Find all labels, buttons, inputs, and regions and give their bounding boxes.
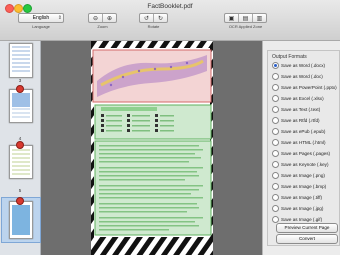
radio-icon <box>272 139 279 146</box>
radio-icon <box>272 73 279 80</box>
select-chevron-icon: ⇕ <box>57 15 62 21</box>
output-formats-heading: Output Formats <box>272 54 307 60</box>
zoom-segment: ⊖ ⊕ <box>88 13 117 23</box>
app-window: FactBooklet.pdf English ⇕ Language ⊖ ⊕ Z… <box>0 0 340 255</box>
format-option[interactable]: Save as Rtfd (.rtfd) <box>272 117 320 124</box>
radio-icon <box>272 172 279 179</box>
radio-icon <box>272 128 279 135</box>
format-option[interactable]: Save as Pages (.pages) <box>272 150 330 157</box>
format-option[interactable]: Save as ePub (.epub) <box>272 128 325 135</box>
format-option[interactable]: Save as HTML (.html) <box>272 139 326 146</box>
format-option[interactable]: Save as Image (.tiff) <box>272 194 322 201</box>
page-thumbnail[interactable] <box>9 201 33 239</box>
format-option[interactable]: Save as Text (.text) <box>272 106 320 113</box>
radio-icon <box>272 117 279 124</box>
radio-icon <box>272 183 279 190</box>
radio-icon <box>272 84 279 91</box>
radio-icon <box>272 150 279 157</box>
radio-icon <box>272 161 279 168</box>
zoom-label: Zoom <box>97 24 108 29</box>
output-panel: Output Formats Save as Word (.docx) Save… <box>262 41 340 255</box>
page-number: 3 <box>18 78 22 83</box>
radio-icon <box>272 194 279 201</box>
window-title: FactBooklet.pdf <box>147 3 193 10</box>
ocr-zone-2-icon[interactable]: ▤ <box>238 14 252 22</box>
ocr-zone-control: ▣ ▤ ▥ OCR Applied Zone <box>224 13 267 29</box>
page-number: 5 <box>18 188 22 193</box>
output-formats-group: Output Formats Save as Word (.docx) Save… <box>267 50 340 246</box>
ocr-zone-label: OCR Applied Zone <box>228 24 263 29</box>
radio-selected-icon <box>272 62 279 69</box>
convert-button[interactable]: Convert <box>276 234 338 244</box>
page-thumbnail[interactable] <box>9 43 33 78</box>
page-thumbnail[interactable] <box>9 89 33 123</box>
page-artwork <box>91 41 213 255</box>
title-bar: FactBooklet.pdf English ⇕ Language ⊖ ⊕ Z… <box>0 0 340 41</box>
format-option[interactable]: Save as Word (.docx) <box>272 62 325 69</box>
format-option[interactable]: Save as Word (.doc) <box>272 73 323 80</box>
zoom-control: ⊖ ⊕ Zoom <box>88 13 117 29</box>
format-option[interactable]: Save as Keynote (.key) <box>272 161 329 168</box>
format-option[interactable]: Save as Image (.bmp) <box>272 183 326 190</box>
preview-current-page-button[interactable]: Preview Current Page <box>276 223 338 233</box>
format-option[interactable]: Save as PowerPoint (.pptx) <box>272 84 337 91</box>
page-thumbnail-sidebar[interactable]: 3 4 5 <box>0 41 41 255</box>
format-option[interactable]: Save as Excel (.xlsx) <box>272 95 324 102</box>
page-thumbnail[interactable] <box>9 145 33 179</box>
pin-icon <box>16 85 24 93</box>
rotate-control: ↺ ↻ Rotate <box>139 13 168 29</box>
radio-icon <box>272 95 279 102</box>
zoom-out-icon[interactable]: ⊖ <box>89 14 102 22</box>
ocr-zone-3-icon[interactable]: ▥ <box>252 14 266 22</box>
rotate-left-icon[interactable]: ↺ <box>140 14 153 22</box>
ocr-zone-segment: ▣ ▤ ▥ <box>224 13 267 23</box>
radio-icon <box>272 216 279 223</box>
language-value: English <box>32 15 50 21</box>
language-control: English ⇕ Language <box>18 13 64 29</box>
rotate-segment: ↺ ↻ <box>139 13 168 23</box>
rotate-label: Rotate <box>147 24 160 29</box>
ocr-zone-1-icon[interactable]: ▣ <box>225 14 238 22</box>
pin-icon <box>16 141 24 149</box>
pdf-page[interactable] <box>91 41 213 255</box>
format-option[interactable]: Save as Image (.png) <box>272 172 325 179</box>
format-option[interactable]: Save as Image (.gif) <box>272 216 322 223</box>
language-select[interactable]: English ⇕ <box>18 13 64 23</box>
language-label: Language <box>32 24 50 29</box>
radio-icon <box>272 106 279 113</box>
zoom-in-icon[interactable]: ⊕ <box>102 14 116 22</box>
format-option[interactable]: Save as Image (.jpg) <box>272 205 323 212</box>
rotate-right-icon[interactable]: ↻ <box>153 14 167 22</box>
pin-icon <box>16 197 24 205</box>
document-canvas[interactable] <box>41 41 262 255</box>
radio-icon <box>272 205 279 212</box>
